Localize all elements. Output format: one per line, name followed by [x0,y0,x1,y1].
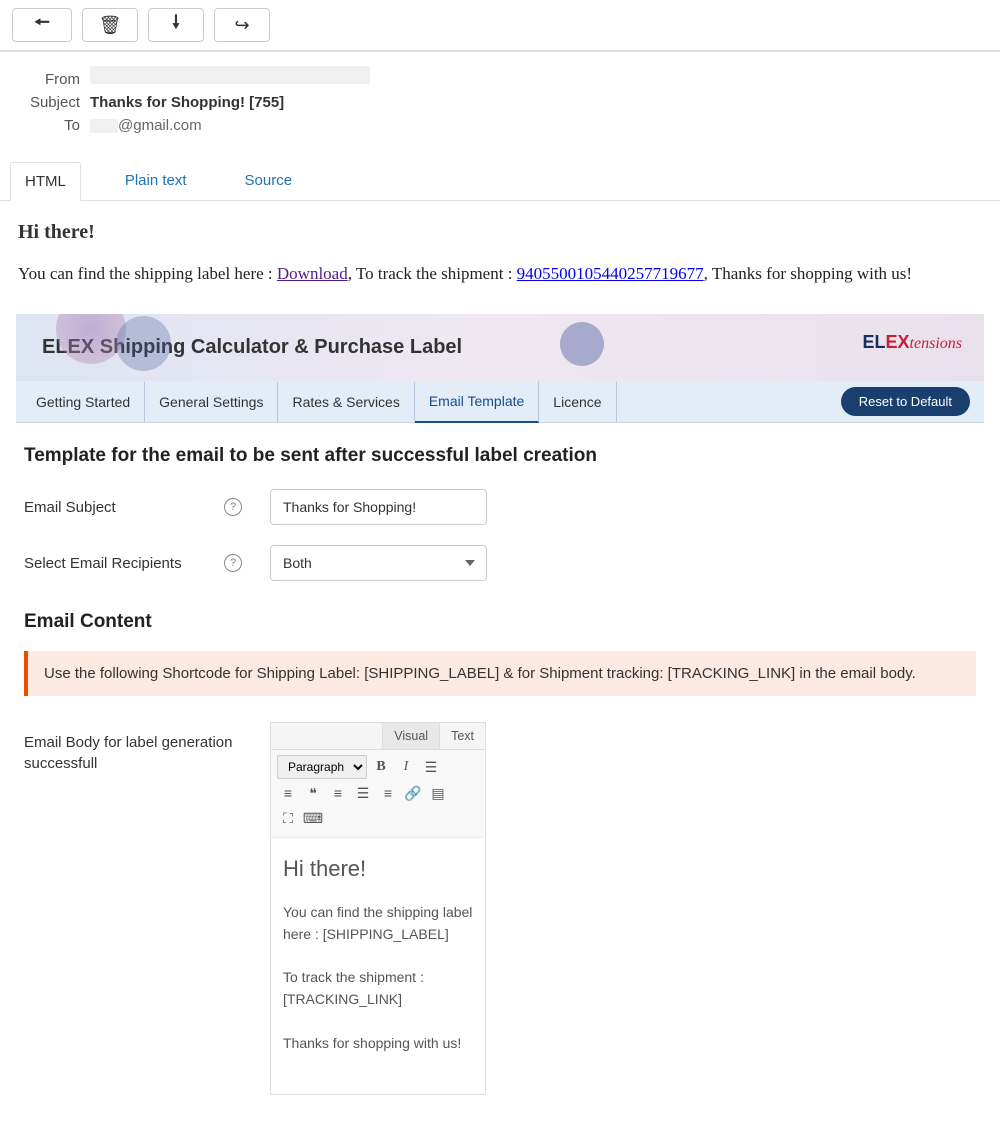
help-icon[interactable]: ? [224,554,242,572]
italic-icon[interactable]: I [395,756,417,778]
from-label: From [20,71,80,88]
content-p3: Thanks for shopping with us! [283,1033,473,1055]
plugin-header: ELEX Shipping Calculator & Purchase Labe… [16,314,984,381]
download-icon: 🠗 [172,10,180,40]
keyboard-icon[interactable]: ⌨ [302,807,324,829]
reset-to-default-button[interactable]: Reset to Default [841,387,970,416]
plugin-logo: ELEXtensions [863,332,962,353]
email-header: From Subject Thanks for Shopping! [755] … [0,52,1000,154]
forward-icon: ↪ [234,15,249,36]
quote-icon[interactable]: ❝ [302,782,324,804]
fullscreen-icon[interactable]: ⛶ [277,807,299,829]
download-link[interactable]: Download [277,264,348,283]
paragraph-select[interactable]: Paragraph [277,755,367,779]
back-button[interactable]: 🠔 [12,8,72,42]
tracking-link[interactable]: 9405500105440257719677 [517,264,704,283]
tab-html[interactable]: HTML [10,162,81,201]
numbered-list-icon[interactable]: ≡ [277,782,299,804]
nav-rates-services[interactable]: Rates & Services [278,382,414,422]
recipients-row: Select Email Recipients ? Both [24,545,976,581]
delete-button[interactable]: 🗑 [82,8,138,42]
editor-toolbar: Paragraph B I ☰ ≡ ❝ ≡ ☰ ≡ 🔗 ▤ [271,750,485,838]
plugin-panel: ELEX Shipping Calculator & Purchase Labe… [16,314,984,1117]
email-content-title: Email Content [24,611,976,633]
nav-licence[interactable]: Licence [539,382,616,422]
email-subject-label: Email Subject [24,499,224,516]
more-icon[interactable]: ▤ [427,782,449,804]
wysiwyg-editor: Visual Text Paragraph B I ☰ ≡ ❝ ≡ ☰ [270,722,486,1095]
editor-tab-visual[interactable]: Visual [382,723,439,749]
tab-plain-text[interactable]: Plain text [111,162,201,200]
bullet-list-icon[interactable]: ☰ [420,756,442,778]
align-center-icon[interactable]: ☰ [352,782,374,804]
help-icon[interactable]: ? [224,498,242,516]
content-p1: You can find the shipping label here : [… [283,902,473,945]
align-right-icon[interactable]: ≡ [377,782,399,804]
download-button[interactable]: 🠗 [148,8,204,42]
from-value [90,66,370,88]
email-body-label: Email Body for label generation successf… [24,722,270,774]
email-body: Hi there! You can find the shipping labe… [0,201,1000,304]
nav-getting-started[interactable]: Getting Started [22,382,145,422]
subject-value: Thanks for Shopping! [755] [90,94,284,111]
shortcode-notice: Use the following Shortcode for Shipping… [24,651,976,696]
editor-content-area[interactable]: Hi there! You can find the shipping labe… [271,838,485,1094]
subject-label: Subject [20,94,80,111]
align-left-icon[interactable]: ≡ [327,782,349,804]
editor-mode-tabs: Visual Text [271,723,485,750]
email-view-tabs: HTML Plain text Source [0,162,1000,201]
content-greeting: Hi there! [283,856,473,882]
email-greeting: Hi there! [18,221,982,244]
tab-source[interactable]: Source [231,162,307,200]
email-body-row: Email Body for label generation successf… [24,722,976,1095]
content-p2: To track the shipment : [TRACKING_LINK] [283,967,473,1010]
section-title: Template for the email to be sent after … [24,445,976,467]
back-icon: 🠔 [34,10,50,40]
email-toolbar: 🠔 🗑 🠗 ↪ [0,0,1000,52]
to-value: @gmail.com [90,117,202,134]
plugin-content: Template for the email to be sent after … [16,423,984,1117]
link-icon[interactable]: 🔗 [402,782,424,804]
plugin-nav: Getting Started General Settings Rates &… [16,381,984,423]
to-label: To [20,117,80,134]
email-message: You can find the shipping label here : D… [18,264,982,284]
recipients-select[interactable]: Both [270,545,487,581]
nav-email-template[interactable]: Email Template [415,381,539,423]
forward-button[interactable]: ↪ [214,8,270,42]
email-subject-row: Email Subject ? [24,489,976,525]
trash-icon: 🗑 [99,15,122,36]
nav-general-settings[interactable]: General Settings [145,382,278,422]
editor-tab-text[interactable]: Text [439,723,485,749]
bold-icon[interactable]: B [370,756,392,778]
email-subject-input[interactable] [270,489,487,525]
recipients-label: Select Email Recipients [24,555,224,572]
